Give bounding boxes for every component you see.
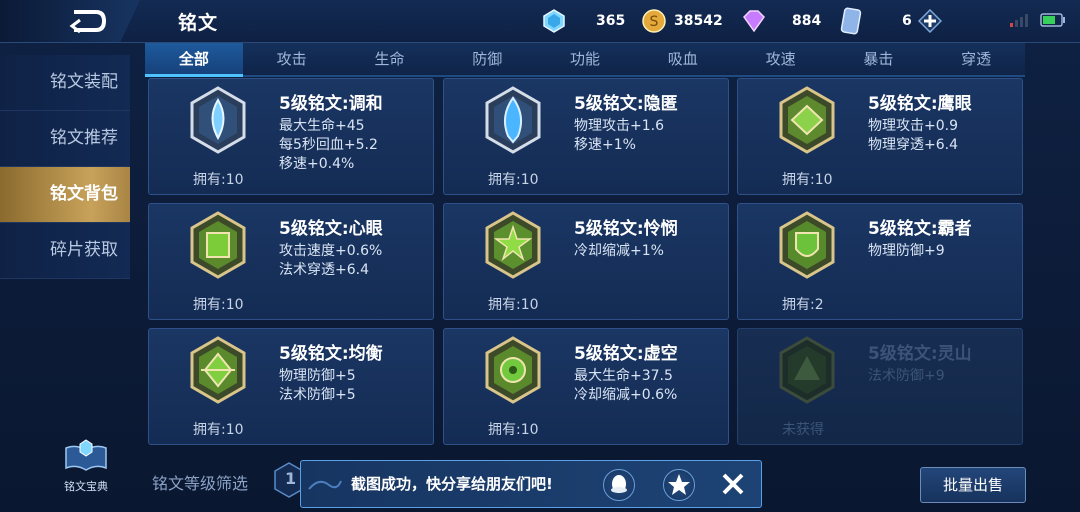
back-button[interactable] — [0, 0, 140, 42]
signal-icon — [1010, 14, 1028, 27]
sidebar-item-fragments[interactable]: 碎片获取 — [0, 223, 130, 279]
inscription-emblem-icon — [190, 86, 246, 154]
qzone-star-icon — [668, 474, 690, 495]
tab-function[interactable]: 功能 — [536, 43, 634, 75]
inscription-card[interactable]: 5级铭文:均衡 物理防御+5 法术防御+5 拥有:10 — [148, 328, 434, 445]
book-icon — [65, 439, 107, 471]
toast-decoration-icon — [308, 480, 342, 490]
inscription-emblem-icon — [190, 211, 246, 279]
inscription-emblem-icon — [190, 336, 246, 404]
gold-coin-icon: S — [642, 9, 666, 33]
sidebar-item-bag[interactable]: 铭文背包 — [0, 167, 130, 223]
tab-crit[interactable]: 暴击 — [829, 43, 927, 75]
sidebar-item-recommend[interactable]: 铭文推荐 — [0, 111, 130, 167]
inscription-card[interactable]: 5级铭文:隐匿 物理攻击+1.6 移速+1% 拥有:10 — [443, 78, 729, 195]
close-icon[interactable] — [721, 472, 745, 496]
tab-defense[interactable]: 防御 — [438, 43, 536, 75]
top-bar: 铭文 365 S 38542 884 6 — [0, 0, 1080, 43]
inscription-emblem-icon — [779, 211, 835, 279]
diamond-icon — [743, 10, 765, 33]
inscription-card[interactable]: 5级铭文:鹰眼 物理攻击+0.9 物理穿透+6.4 拥有:10 — [737, 78, 1023, 195]
svg-text:S: S — [650, 14, 659, 30]
qzone-share-button[interactable] — [663, 469, 695, 501]
inscription-grid: 5级铭文:调和 最大生命+45 每5秒回血+5.2 移速+0.4% 拥有:10 5级… — [148, 78, 1026, 448]
codex-button[interactable]: 铭文宝典 — [58, 438, 114, 494]
crystal-counter: 365 — [542, 6, 625, 36]
crystal-icon — [543, 9, 565, 33]
level-filter-label: 铭文等级筛选 — [152, 474, 249, 493]
share-toast: 截图成功，快分享给朋友们吧! — [300, 460, 762, 508]
page-title: 铭文 — [178, 12, 219, 34]
back-arrow-icon — [69, 10, 107, 34]
gold-counter: S 38542 — [642, 6, 723, 36]
inscription-card[interactable]: 5级铭文:调和 最大生命+45 每5秒回血+5.2 移速+0.4% 拥有:10 — [148, 78, 434, 195]
card-icon — [840, 7, 862, 35]
sidebar: 铭文装配 铭文推荐 铭文背包 碎片获取 — [0, 55, 130, 279]
tab-attack[interactable]: 攻击 — [243, 43, 341, 75]
inscription-emblem-icon — [779, 86, 835, 154]
inscription-card[interactable]: 5级铭文:霸者 物理防御+9 拥有:2 — [737, 203, 1023, 320]
tab-attack-speed[interactable]: 攻速 — [732, 43, 830, 75]
add-icon[interactable] — [917, 9, 942, 33]
diamond-counter: 884 — [740, 6, 821, 36]
tab-penetration[interactable]: 穿透 — [927, 43, 1025, 75]
sidebar-item-equip[interactable]: 铭文装配 — [0, 55, 130, 111]
status-indicators — [1010, 13, 1066, 27]
card-counter: 6 — [840, 6, 942, 36]
inscription-emblem-icon — [485, 86, 541, 154]
inscription-card[interactable]: 5级铭文:心眼 攻击速度+0.6% 法术穿透+6.4 拥有:10 — [148, 203, 434, 320]
tab-all[interactable]: 全部 — [145, 43, 243, 77]
inscription-emblem-icon — [779, 336, 835, 404]
inscription-card[interactable]: 5级铭文:虚空 最大生命+37.5 冷却缩减+0.6% 拥有:10 — [443, 328, 729, 445]
category-tabs: 全部 攻击 生命 防御 功能 吸血 攻速 暴击 穿透 — [145, 43, 1025, 77]
battery-icon — [1040, 13, 1065, 27]
inscription-emblem-icon — [485, 211, 541, 279]
batch-sell-button[interactable]: 批量出售 — [920, 467, 1026, 503]
inscription-card[interactable]: 5级铭文:怜悯 冷却缩减+1% 拥有:10 — [443, 203, 729, 320]
inscription-emblem-icon — [485, 336, 541, 404]
tab-life[interactable]: 生命 — [341, 43, 439, 75]
inscription-card-locked[interactable]: 5级铭文:灵山 法术防御+9 未获得 — [737, 328, 1023, 445]
tab-lifesteal[interactable]: 吸血 — [634, 43, 732, 75]
qq-share-button[interactable] — [603, 469, 635, 501]
qq-icon — [611, 475, 627, 493]
